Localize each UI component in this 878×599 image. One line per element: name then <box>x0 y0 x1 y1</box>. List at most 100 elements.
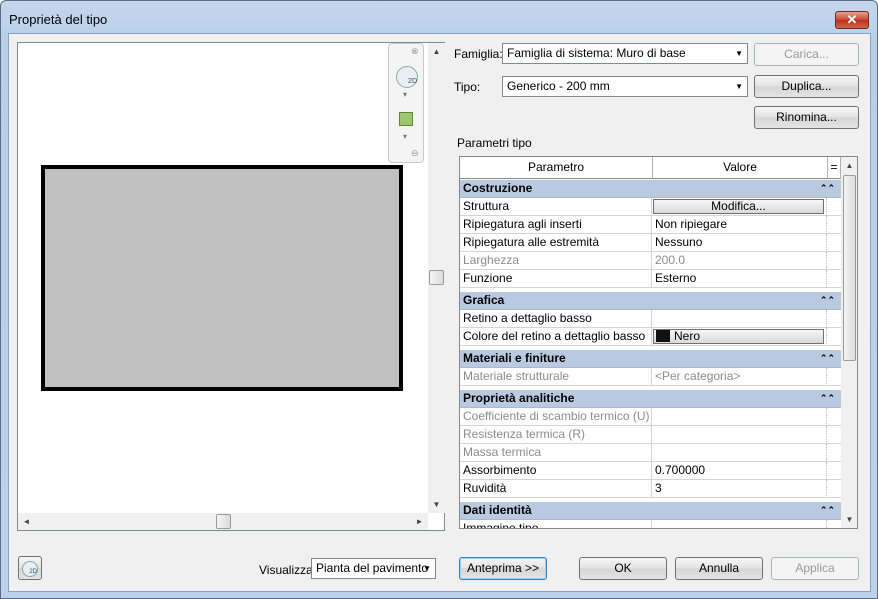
param-row-resistenza: Resistenza termica (R) <box>460 426 841 444</box>
dialog-body: ⊗ 2D ▾ ▾ ⊖ ▲ ▼ ◄ ► Famiglia: Famiglia di… <box>8 33 871 592</box>
close-button[interactable]: ✕ <box>835 11 869 29</box>
edit-structure-button[interactable]: Modifica... <box>653 199 824 214</box>
group-label: Grafica <box>463 293 505 307</box>
collapse-chevron-icon[interactable]: ⌃⌃ <box>820 350 835 367</box>
param-value-cell: Nero <box>652 328 827 346</box>
group-materiali[interactable]: Materiali e finiture ⌃⌃ <box>460 350 841 368</box>
param-name: Ruvidità <box>460 480 652 498</box>
param-name: Coefficiente di scambio termico (U) <box>460 408 652 426</box>
collapse-chevron-icon[interactable]: ⌃⌃ <box>820 292 835 309</box>
type-parameters-title: Parametri tipo <box>457 136 532 150</box>
param-value[interactable]: 0.700000 <box>652 462 827 480</box>
cancel-button[interactable]: Annulla <box>675 557 763 580</box>
group-costruzione[interactable]: Costruzione ⌃⌃ <box>460 180 841 198</box>
group-analitiche[interactable]: Proprietà analitiche ⌃⌃ <box>460 390 841 408</box>
collapse-chevron-icon[interactable]: ⌃⌃ <box>820 390 835 407</box>
chevron-down-icon: ▼ <box>423 564 431 573</box>
scroll-right-arrow-icon[interactable]: ► <box>411 513 428 530</box>
param-name: Ripiegatura agli inserti <box>460 216 652 234</box>
type-properties-dialog: Proprietà del tipo ✕ ⊗ 2D ▾ ▾ ⊖ ▲ ▼ ◄ ► … <box>0 0 878 599</box>
param-name: Funzione <box>460 270 652 288</box>
dialog-title: Proprietà del tipo <box>9 12 108 27</box>
param-value[interactable] <box>652 310 827 328</box>
param-value-cell: Modifica... <box>652 198 827 216</box>
type-parameters-grid[interactable]: Parametro Valore = Costruzione ⌃⌃ Struttu… <box>459 156 858 529</box>
column-header-value[interactable]: Valore <box>653 157 828 179</box>
steering-wheel-button[interactable]: 2D <box>18 556 42 580</box>
param-name: Ripiegatura alle estremità <box>460 234 652 252</box>
param-name: Struttura <box>460 198 652 216</box>
grid-vertical-scrollbar[interactable]: ▲ ▼ <box>841 157 857 528</box>
preview-pane[interactable]: ⊗ 2D ▾ ▾ ⊖ ▲ ▼ ◄ ► <box>17 42 445 531</box>
group-identita[interactable]: Dati identità ⌃⌃ <box>460 502 841 520</box>
scroll-down-arrow-icon[interactable]: ▼ <box>841 511 857 528</box>
title-bar: Proprietà del tipo ✕ <box>1 1 877 35</box>
type-value: Generico - 200 mm <box>507 79 610 93</box>
scroll-up-arrow-icon[interactable]: ▲ <box>428 43 445 60</box>
duplicate-button[interactable]: Duplica... <box>754 75 859 98</box>
param-value <box>652 444 827 462</box>
param-value[interactable]: Nessuno <box>652 234 827 252</box>
preview-vertical-scrollbar[interactable]: ▲ ▼ <box>428 43 445 513</box>
param-name: Larghezza <box>460 252 652 270</box>
preview-button[interactable]: Anteprima >> <box>459 557 547 580</box>
param-row-assorbimento[interactable]: Assorbimento 0.700000 <box>460 462 841 480</box>
param-value: 200.0 <box>652 252 827 270</box>
view-value: Pianta del pavimento <box>316 561 429 575</box>
group-grafica[interactable]: Grafica ⌃⌃ <box>460 292 841 310</box>
view-dropdown[interactable]: Pianta del pavimento ▼ <box>311 558 436 579</box>
wall-section-preview <box>41 165 403 391</box>
type-dropdown[interactable]: Generico - 200 mm ▼ <box>502 76 748 97</box>
param-row-ruvidita[interactable]: Ruvidità 3 <box>460 480 841 498</box>
family-dropdown[interactable]: Famiglia di sistema: Muro di base ▼ <box>502 43 748 64</box>
param-row-funzione[interactable]: Funzione Esterno <box>460 270 841 288</box>
grid-scroll-thumb[interactable] <box>843 175 856 361</box>
navigation-bar: ⊗ 2D ▾ ▾ ⊖ <box>388 43 424 163</box>
param-name: Massa termica <box>460 444 652 462</box>
param-name: Immagine tipo <box>460 520 652 528</box>
apply-button[interactable]: Applica <box>771 557 859 580</box>
rename-button[interactable]: Rinomina... <box>754 106 859 129</box>
color-picker-button[interactable]: Nero <box>653 329 824 344</box>
param-row-ripiegatura-inserti[interactable]: Ripiegatura agli inserti Non ripiegare <box>460 216 841 234</box>
param-name: Resistenza termica (R) <box>460 426 652 444</box>
param-row-colore-retino[interactable]: Colore del retino a dettaglio basso Nero <box>460 328 841 346</box>
param-row-struttura[interactable]: Struttura Modifica... <box>460 198 841 216</box>
zoom-region-icon[interactable] <box>399 112 413 126</box>
collapse-chevron-icon[interactable]: ⌃⌃ <box>820 180 835 197</box>
param-row-immagine[interactable]: Immagine tipo <box>460 520 841 528</box>
scroll-down-arrow-icon[interactable]: ▼ <box>428 496 445 513</box>
param-value[interactable]: Esterno <box>652 270 827 288</box>
column-header-parameter[interactable]: Parametro <box>460 157 653 179</box>
param-row-ripiegatura-estremita[interactable]: Ripiegatura alle estremità Nessuno <box>460 234 841 252</box>
zoom-menu-chevron-icon[interactable]: ▾ <box>403 132 407 141</box>
collapse-chevron-icon[interactable]: ⌃⌃ <box>820 502 835 519</box>
param-row-retino[interactable]: Retino a dettaglio basso <box>460 310 841 328</box>
param-value[interactable] <box>652 520 827 528</box>
type-label: Tipo: <box>454 80 481 94</box>
family-label: Famiglia: <box>454 47 503 61</box>
navbar-close-icon[interactable]: ⊗ <box>411 46 419 57</box>
color-name: Nero <box>674 329 701 343</box>
param-name: Materiale strutturale <box>460 368 652 386</box>
param-value <box>652 408 827 426</box>
scroll-left-arrow-icon[interactable]: ◄ <box>18 513 35 530</box>
scroll-up-arrow-icon[interactable]: ▲ <box>841 157 857 174</box>
horizontal-scroll-thumb[interactable] <box>216 514 231 529</box>
group-label: Dati identità <box>463 503 532 517</box>
param-value[interactable]: 3 <box>652 480 827 498</box>
family-value: Famiglia di sistema: Muro di base <box>507 46 686 60</box>
group-label: Materiali e finiture <box>463 351 566 365</box>
param-row-materiale-strutturale: Materiale strutturale <Per categoria> <box>460 368 841 386</box>
preview-canvas[interactable]: ⊗ 2D ▾ ▾ ⊖ <box>18 43 428 513</box>
load-button[interactable]: Carica... <box>754 43 859 66</box>
ok-button[interactable]: OK <box>579 557 667 580</box>
navbar-options-icon[interactable]: ⊖ <box>411 148 419 159</box>
param-value[interactable]: Non ripiegare <box>652 216 827 234</box>
vertical-scroll-thumb[interactable] <box>429 270 444 285</box>
steering-wheel-2d-icon[interactable]: 2D <box>396 66 418 88</box>
preview-horizontal-scrollbar[interactable]: ◄ ► <box>18 513 428 530</box>
wheel-menu-chevron-icon[interactable]: ▾ <box>403 90 407 99</box>
column-header-formula[interactable]: = <box>828 157 841 179</box>
param-value <box>652 426 827 444</box>
